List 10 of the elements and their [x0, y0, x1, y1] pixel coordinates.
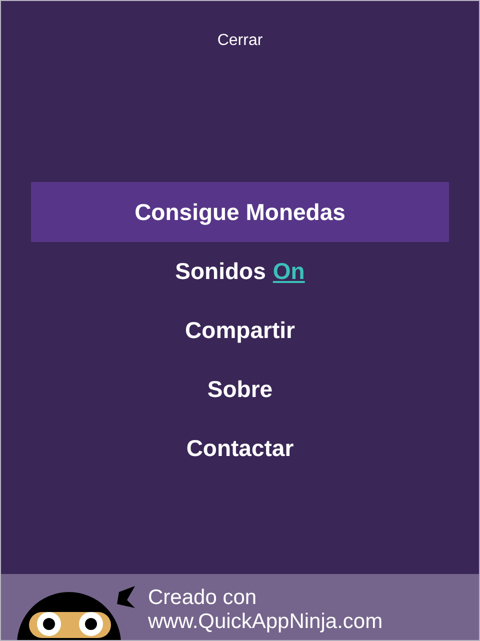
menu-item[interactable]: Sobre — [31, 360, 449, 419]
footer-text: Creado con — [148, 586, 258, 610]
menu-item[interactable]: Compartir — [31, 301, 449, 360]
footer-banner[interactable]: Creado con www.QuickAppNinja.com — [1, 574, 479, 640]
sounds-label[interactable]: Sonidos — [175, 258, 266, 285]
close-link[interactable]: Cerrar — [217, 32, 263, 50]
footer-link: www.QuickAppNinja.com — [148, 610, 383, 634]
sound-toggle-link[interactable]: On — [272, 258, 305, 285]
menu-item[interactable]: Consigue Monedas — [31, 182, 449, 242]
menu-item[interactable]: Contactar — [31, 419, 449, 478]
